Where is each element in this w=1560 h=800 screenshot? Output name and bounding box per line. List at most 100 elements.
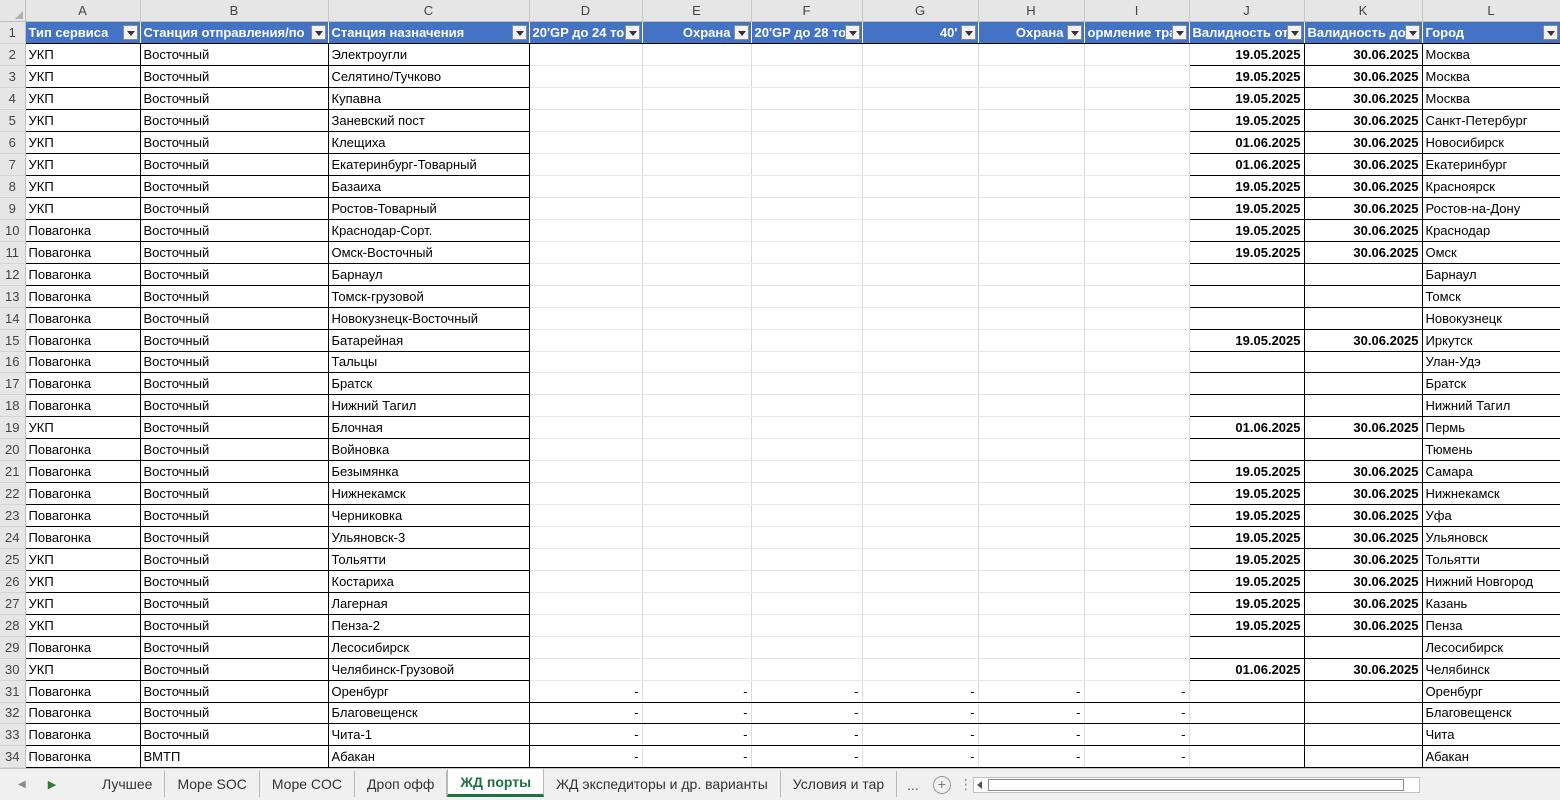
sheet-tab[interactable]: ЖД порты [447,769,545,797]
cell-rate[interactable] [642,438,752,462]
cell-service-type[interactable]: Повагонка [25,680,141,703]
cell-rate[interactable] [642,263,752,286]
cell-rate[interactable] [1084,329,1190,352]
cell-rate[interactable] [529,438,643,462]
cell-rate[interactable] [978,548,1085,571]
cell-destination-station[interactable]: Селятино/Тучково [328,65,530,89]
cell-valid-from[interactable]: 19.05.2025 [1189,592,1305,615]
cell-valid-to[interactable] [1304,438,1423,462]
cell-city[interactable]: Самара [1422,460,1560,484]
cell-city[interactable]: Новокузнецк [1422,307,1560,330]
cell-rate[interactable] [978,285,1085,308]
cell-service-type[interactable]: Повагонка [25,219,141,242]
cell-rate[interactable] [529,153,643,176]
cell-departure-station[interactable]: Восточный [140,197,329,220]
cell-rate[interactable] [862,372,979,396]
cell-departure-station[interactable]: Восточный [140,175,329,198]
cell-rate[interactable] [529,351,643,374]
cell-departure-station[interactable]: Восточный [140,416,329,440]
cell-city[interactable]: Ростов-на-Дону [1422,197,1560,220]
cell-destination-station[interactable]: Батарейная [328,329,530,352]
cell-rate[interactable] [862,394,979,418]
cell-rate[interactable] [978,175,1085,198]
cell-rate[interactable] [642,87,752,111]
cell-rate[interactable] [642,548,752,571]
cell-rate[interactable] [751,65,863,89]
cell-rate[interactable] [751,394,863,418]
cell-valid-from[interactable]: 01.06.2025 [1189,153,1305,176]
cell-rate[interactable] [978,65,1085,89]
filter-dropdown-icon[interactable] [511,25,527,41]
cell-valid-from[interactable]: 19.05.2025 [1189,241,1305,264]
cell-city[interactable]: Пермь [1422,416,1560,440]
cell-rate[interactable] [751,416,863,440]
cell-valid-to[interactable]: 30.06.2025 [1304,504,1423,527]
column-title-f[interactable]: 20'GP до 28 то [751,21,863,45]
cell-service-type[interactable]: Повагонка [25,329,141,352]
cell-service-type[interactable]: Повагонка [25,241,141,264]
cell-departure-station[interactable]: Восточный [140,548,329,571]
column-header-f[interactable]: F [751,0,863,23]
row-number[interactable]: 27 [0,592,26,615]
cell-rate[interactable] [529,329,643,352]
cell-rate[interactable] [1084,438,1190,462]
row-number[interactable]: 30 [0,658,26,681]
cell-valid-from[interactable] [1189,723,1305,747]
cell-rate[interactable] [1084,131,1190,155]
cell-rate[interactable] [529,592,643,615]
cell-valid-to[interactable]: 30.06.2025 [1304,548,1423,571]
cell-valid-from[interactable]: 19.05.2025 [1189,87,1305,111]
row-number[interactable]: 34 [0,745,26,768]
cell-rate[interactable] [862,65,979,89]
row-number[interactable]: 11 [0,241,26,264]
cell-valid-from[interactable]: 19.05.2025 [1189,504,1305,527]
cell-destination-station[interactable]: Абакан [328,745,530,768]
cell-valid-from[interactable]: 19.05.2025 [1189,570,1305,593]
column-header-a[interactable]: A [25,0,141,23]
cell-rate[interactable] [529,131,643,155]
cell-city[interactable]: Новосибирск [1422,131,1560,155]
cell-rate[interactable] [978,658,1085,681]
cell-rate[interactable] [862,570,979,593]
cell-rate[interactable] [862,460,979,484]
cell-departure-station[interactable]: Восточный [140,87,329,111]
cell-valid-to[interactable] [1304,636,1423,659]
cell-rate[interactable] [1084,394,1190,418]
cell-rate[interactable] [978,351,1085,374]
cell-rate[interactable] [862,131,979,155]
cell-rate[interactable] [751,548,863,571]
cell-service-type[interactable]: Повагонка [25,307,141,330]
sheet-tab[interactable]: Дроп офф [355,771,448,797]
cell-city[interactable]: Благовещенск [1422,702,1560,725]
cell-destination-station[interactable]: Лесосибирск [328,636,530,659]
row-number[interactable]: 13 [0,285,26,308]
cell-valid-to[interactable] [1304,702,1423,725]
cell-departure-station[interactable]: Восточный [140,614,329,637]
cell-departure-station[interactable]: Восточный [140,131,329,155]
cell-destination-station[interactable]: Братск [328,372,530,396]
scroll-tabs-right-icon[interactable]: ▶ [48,778,56,791]
cell-departure-station[interactable]: Восточный [140,329,329,352]
row-number[interactable]: 20 [0,438,26,462]
row-number[interactable]: 33 [0,723,26,747]
column-title-k[interactable]: Валидность до [1304,21,1423,45]
cell-rate[interactable] [529,394,643,418]
cell-rate[interactable] [751,241,863,264]
cell-service-type[interactable]: УКП [25,43,141,67]
cell-rate[interactable] [642,460,752,484]
cell-rate[interactable] [978,438,1085,462]
cell-service-type[interactable]: Повагонка [25,438,141,462]
cell-city[interactable]: Омск [1422,241,1560,264]
cell-service-type[interactable]: УКП [25,197,141,220]
filter-dropdown-icon[interactable] [1542,25,1558,41]
cell-rate[interactable] [862,109,979,133]
cell-valid-to[interactable]: 30.06.2025 [1304,592,1423,615]
cell-destination-station[interactable]: Лагерная [328,592,530,615]
cell-service-type[interactable]: Повагонка [25,460,141,484]
scrollbar-track[interactable] [972,776,1420,793]
cell-destination-station[interactable]: Екатеринбург-Товарный [328,153,530,176]
cell-valid-from[interactable]: 19.05.2025 [1189,43,1305,67]
cell-rate[interactable] [642,570,752,593]
cell-rate[interactable] [862,636,979,659]
cell-valid-to[interactable] [1304,745,1423,768]
